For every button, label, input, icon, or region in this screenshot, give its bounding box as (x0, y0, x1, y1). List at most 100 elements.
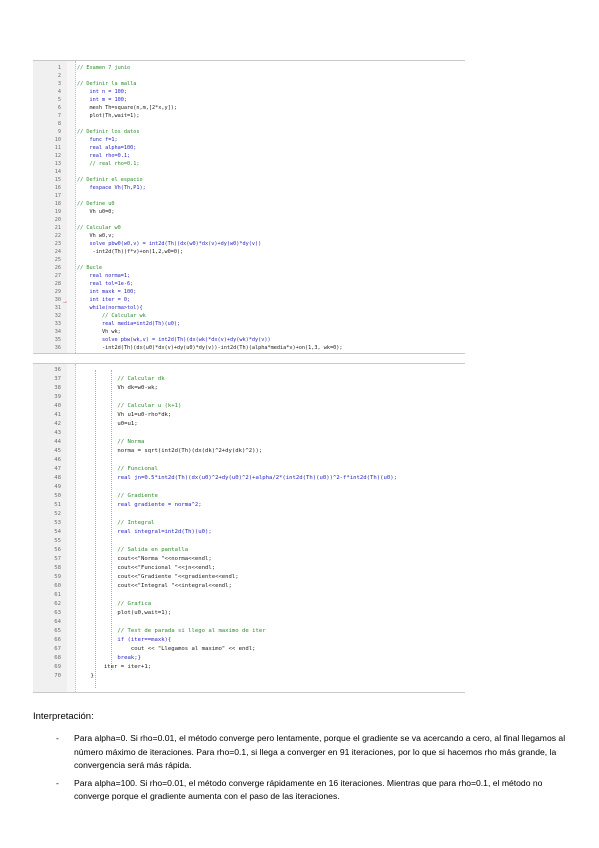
code-text[interactable]: // Gradiente (77, 492, 465, 501)
code-text[interactable]: // Definir el espacio (77, 176, 465, 184)
code-text[interactable]: // Funcional (77, 465, 465, 474)
code-text[interactable]: // Test de parada si llego al maximo de … (77, 627, 465, 636)
code-text[interactable]: solve pbw(wk,v) = int2d(Th)(dx(wk)*dx(v)… (77, 336, 465, 344)
code-text[interactable]: // Calcular u (k+1) (77, 402, 465, 411)
code-text[interactable]: while(norma>tol){ (77, 304, 465, 312)
code-line: 36 (33, 366, 465, 375)
code-line: 11 real alpha=100; (33, 144, 465, 152)
code-text[interactable]: func f=1; (77, 136, 465, 144)
code-text[interactable]: // Define u0 (77, 200, 465, 208)
code-text[interactable]: u0=u1; (77, 420, 465, 429)
code-text[interactable]: int iter = 0; (77, 296, 465, 304)
code-line: 12 real rho=0.1; (33, 152, 465, 160)
line-number: 32 (54, 313, 61, 319)
line-number: 61 (54, 592, 61, 598)
code-text[interactable]: fespace Vh(Th,P1); (77, 184, 465, 192)
code-line: 22 Vh w0,v; (33, 232, 465, 240)
code-text[interactable]: real integral=int2d(Th)(u0); (77, 528, 465, 537)
line-number: 65 (54, 628, 61, 634)
code-text[interactable]: real gradiente = norma^2; (77, 501, 465, 510)
line-number: 6 (57, 105, 61, 111)
code-text[interactable]: plot(Th,wait=1); (77, 112, 465, 120)
list-item: - Para alpha=100. Si rho=0.01, el método… (56, 777, 576, 804)
code-text[interactable]: solve pbw0(w0,v) = int2d(Th)(dx(w0)*dx(v… (77, 240, 465, 248)
code-text[interactable]: real tol=1e-6; (77, 280, 465, 288)
code-text[interactable]: break;} (77, 654, 465, 663)
line-number: 8 (57, 121, 61, 127)
code-text[interactable]: // Definir la malla (77, 80, 465, 88)
code-text[interactable]: // Integral (77, 519, 465, 528)
code-text[interactable]: cout<<"Norma "<<norma<<endl; (77, 555, 465, 564)
code-line: 1 // Examen 7 junio (33, 64, 465, 72)
line-number: 68 (54, 655, 61, 661)
code-line: 50 // Gradiente (33, 492, 465, 501)
code-line: 29 int maxk = 100; (33, 288, 465, 296)
code-text[interactable]: iter = iter+1; (77, 663, 465, 672)
code-text[interactable]: mesh Th=square(n,m,[2*x,y]); (77, 104, 465, 112)
line-number: 34 (54, 329, 61, 335)
code-text[interactable]: cout<<"Funcional "<<jn<<endl; (77, 564, 465, 573)
code-line: 70 } (33, 672, 465, 681)
line-number: 28 (54, 281, 61, 287)
code-text[interactable]: // Salida en pantalla (77, 546, 465, 555)
code-text[interactable]: // Examen 7 junio (77, 64, 465, 72)
code-text[interactable]: -int2d(Th)(dx(u0)*dx(v)+dy(u0)*dy(v))-in… (77, 344, 465, 352)
interpretation-list: - Para alpha=0. Si rho=0.01, el método c… (56, 732, 576, 808)
code-line: 23 solve pbw0(w0,v) = int2d(Th)(dx(w0)*d… (33, 240, 465, 248)
code-text[interactable]: cout<<"Gradiente "<<gradiente<<endl; (77, 573, 465, 582)
line-number: 57 (54, 556, 61, 562)
code-text[interactable]: Vh wk; (77, 328, 465, 336)
code-text[interactable]: // Grafica (77, 600, 465, 609)
line-number: 46 (54, 457, 61, 463)
interpretation-title: Interpretación: (33, 711, 94, 722)
code-text[interactable]: // Calcular wk (77, 312, 465, 320)
code-text[interactable]: -int2d(Th)(f*v)+on(1,2,w0=0); (77, 248, 465, 256)
code-text[interactable]: // Bucle (77, 264, 465, 272)
code-text[interactable]: // Norma (77, 438, 465, 447)
code-text[interactable]: Vh w0,v; (77, 232, 465, 240)
code-line: 31 while(norma>tol){ (33, 304, 465, 312)
code-line: 16 fespace Vh(Th,P1); (33, 184, 465, 192)
code-line: 20 (33, 216, 465, 224)
code-text[interactable]: // Calcular w0 (77, 224, 465, 232)
code-text[interactable]: Vh dk=w0-wk; (77, 384, 465, 393)
code-line: 5 int m = 100; (33, 96, 465, 104)
code-text[interactable]: real jn=0.5*int2d(Th)(dx(u0)^2+dy(u0)^2)… (77, 474, 465, 483)
code-text[interactable]: int m = 100; (77, 96, 465, 104)
code-line: 55 (33, 537, 465, 546)
line-number: 41 (54, 412, 61, 418)
code-line: 47 // Funcional (33, 465, 465, 474)
code-text[interactable]: cout << "Llegamos al maximo" << endl; (77, 645, 465, 654)
code-line: 13 // real rho=0.1; (33, 160, 465, 168)
code-text[interactable]: // real rho=0.1; (77, 160, 465, 168)
code-text[interactable]: real norma=1; (77, 272, 465, 280)
code-text[interactable]: } (77, 672, 465, 681)
line-number: 50 (54, 493, 61, 499)
code-text[interactable]: plot(u0,wait=1); (77, 609, 465, 618)
line-number: 52 (54, 511, 61, 517)
code-text[interactable]: // Definir los datos (77, 128, 465, 136)
code-text[interactable]: int n = 100; (77, 88, 465, 96)
code-text[interactable]: real rho=0.1; (77, 152, 465, 160)
code-text[interactable]: Vh u1=u0-rho*dk; (77, 411, 465, 420)
line-number: 33 (54, 321, 61, 327)
code-text[interactable]: norma = sqrt(int2d(Th)(dx(dk)^2+dy(dk)^2… (77, 447, 465, 456)
line-number: 27 (54, 273, 61, 279)
line-number: 30 (54, 297, 61, 303)
line-number: 51 (54, 502, 61, 508)
line-number: 7 (57, 113, 61, 119)
code-text[interactable]: real media=int2d(Th)(u0); (77, 320, 465, 328)
line-number: 43 (54, 430, 61, 436)
code-text[interactable]: // Calcular dk (77, 375, 465, 384)
line-number: 29 (54, 289, 61, 295)
code-line: 43 (33, 429, 465, 438)
code-text[interactable]: int maxk = 100; (77, 288, 465, 296)
line-number: 5 (57, 97, 61, 103)
line-number: 63 (54, 610, 61, 616)
code-text[interactable]: Vh u0=0; (77, 208, 465, 216)
line-number: 36 (54, 367, 61, 373)
code-line: 49 (33, 483, 465, 492)
code-text[interactable]: cout<<"Integral "<<integral<<endl; (77, 582, 465, 591)
code-text[interactable]: if (iter==maxk){ (77, 636, 465, 645)
code-text[interactable]: real alpha=100; (77, 144, 465, 152)
